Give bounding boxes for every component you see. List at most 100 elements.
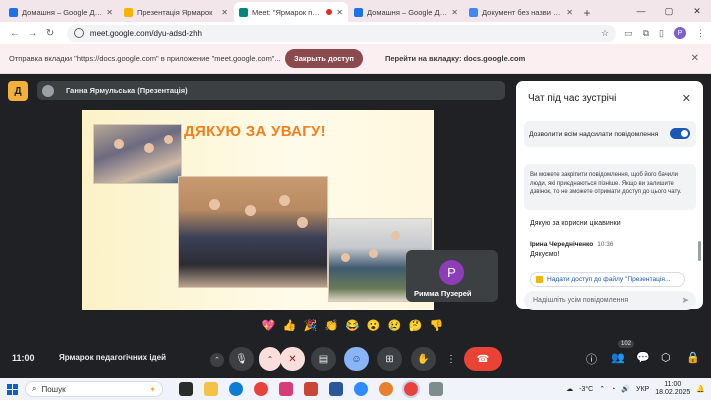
goto-tab-link[interactable]: Перейти на вкладку: docs.google.com xyxy=(385,54,525,63)
chat-title: Чат під час зустрічі xyxy=(528,93,617,104)
close-icon[interactable]: ✕ xyxy=(106,8,113,17)
slide-photo xyxy=(93,124,182,184)
reaction-thinking-icon[interactable]: 🤔 xyxy=(408,318,423,333)
task-view-icon[interactable] xyxy=(179,382,193,396)
reaction-party-icon[interactable]: 🎉 xyxy=(303,318,318,333)
close-icon[interactable]: ✕ xyxy=(451,8,458,17)
tab-presentation[interactable]: Презентація Ярмарок ✕ xyxy=(119,2,233,22)
stop-sharing-button[interactable]: Закрыть доступ xyxy=(285,49,363,68)
notifications-icon[interactable]: 🔔 xyxy=(696,385,705,393)
slide-photo xyxy=(178,176,328,288)
hangup-icon: ☎ xyxy=(476,353,490,365)
meeting-info-button[interactable]: Д xyxy=(8,81,28,101)
reactions-button[interactable]: ☺ xyxy=(344,347,369,371)
host-controls-icon[interactable]: 🔒 xyxy=(686,351,700,364)
reaction-thumbsdown-icon[interactable]: 👎 xyxy=(429,318,444,333)
allow-messages-setting: Дозволити всім надсилати повідомлення xyxy=(524,121,696,147)
reaction-heart-icon[interactable]: 💖 xyxy=(261,318,276,333)
close-icon[interactable]: ✕ xyxy=(221,8,228,17)
forward-icon[interactable]: → xyxy=(24,28,42,39)
windows-start-icon[interactable] xyxy=(7,383,18,395)
present-button[interactable]: ⊞ xyxy=(377,347,402,371)
captions-button[interactable]: ▤ xyxy=(311,347,336,371)
reload-icon[interactable]: ↻ xyxy=(41,28,59,39)
chat-message: Дякуємо! xyxy=(530,251,560,258)
chat-scrollbar[interactable] xyxy=(698,241,701,261)
weather-icon[interactable]: ☁ xyxy=(566,385,573,393)
clock-date[interactable]: 11:00 18.02.2025 xyxy=(655,381,690,397)
more-vert-icon: ⋮ xyxy=(446,353,456,365)
powerpoint-icon[interactable] xyxy=(304,382,318,396)
firefox-icon[interactable] xyxy=(379,382,393,396)
edge-icon[interactable] xyxy=(229,382,243,396)
raise-hand-button[interactable]: ✋ xyxy=(411,347,436,371)
store-icon[interactable] xyxy=(279,382,293,396)
reaction-surprised-icon[interactable]: 😮 xyxy=(366,318,381,333)
tab-google-drive-1[interactable]: Домашня – Google Диск ✕ xyxy=(4,2,118,22)
infobar-close-icon[interactable]: ✕ xyxy=(691,53,699,64)
reaction-laugh-icon[interactable]: 😂 xyxy=(345,318,360,333)
tray-chevron-icon[interactable]: ⌃ xyxy=(599,385,605,393)
mic-options-chevron-icon[interactable]: ⌃ xyxy=(210,353,224,367)
address-bar: ← → ↻ meet.google.com/dyu-adsd-zhh ☆ ▭ ⧉… xyxy=(0,22,711,44)
profile-avatar[interactable]: P xyxy=(674,27,686,39)
captions-icon: ▤ xyxy=(318,353,329,365)
cast-icon[interactable]: ▭ xyxy=(624,28,633,39)
presenter-name: Ганна Ярмульська (Презентація) xyxy=(66,86,188,95)
mic-button[interactable]: 🎙 xyxy=(229,347,254,371)
present-icon: ⊞ xyxy=(385,353,394,365)
presentation-slide: ДЯКУЮ ЗА УВАГУ! xyxy=(82,110,434,310)
people-icon[interactable]: 👥 xyxy=(611,351,625,364)
minimize-button[interactable]: — xyxy=(627,0,655,22)
chat-icon[interactable]: 💬 xyxy=(636,351,650,364)
slides-icon xyxy=(536,276,543,283)
presenter-label: Ганна Ярмульська (Презентація) xyxy=(37,81,505,100)
word-icon[interactable] xyxy=(329,382,343,396)
chrome-active-icon[interactable] xyxy=(402,380,420,398)
weather-temp[interactable]: -3°C xyxy=(579,386,593,393)
reaction-thumbsup-icon[interactable]: 👍 xyxy=(282,318,297,333)
chat-input[interactable]: Надішліть усім повідомлення ➤ xyxy=(524,291,696,310)
meeting-details-icon[interactable]: ⓘ xyxy=(586,351,597,367)
camera-options-chevron-icon[interactable]: ⌃ xyxy=(259,347,281,371)
tab-google-drive-2[interactable]: Домашня – Google Диск ✕ xyxy=(349,2,463,22)
close-icon[interactable]: ✕ xyxy=(336,8,343,17)
more-options-button[interactable]: ⋮ xyxy=(444,347,458,371)
chrome-icon[interactable] xyxy=(254,382,268,396)
reaction-sad-icon[interactable]: 😢 xyxy=(387,318,402,333)
menu-icon[interactable]: ⋮ xyxy=(696,28,705,39)
leave-call-button[interactable]: ☎ xyxy=(464,347,502,371)
camera-off-button[interactable]: ✕ xyxy=(280,347,305,371)
taskbar-search[interactable]: ⌕ Пошук ✦ xyxy=(25,381,163,397)
network-icon[interactable]: ◔ xyxy=(611,386,615,393)
new-tab-button[interactable]: + xyxy=(579,4,595,22)
tab-title: Meet: "Ярмарок педаго xyxy=(252,7,323,17)
close-icon[interactable]: ✕ xyxy=(566,8,573,17)
language-indicator[interactable]: УКР xyxy=(636,386,649,393)
activities-icon[interactable]: ⬡ xyxy=(661,351,671,364)
send-icon[interactable]: ➤ xyxy=(681,295,689,306)
back-icon[interactable]: ← xyxy=(6,28,24,39)
site-info-icon[interactable] xyxy=(73,28,84,38)
window-close-button[interactable]: ✕ xyxy=(683,0,711,22)
settings-icon[interactable] xyxy=(429,382,443,396)
tab-meet[interactable]: Meet: "Ярмарок педаго ✕ xyxy=(234,2,348,22)
maximize-button[interactable]: ▢ xyxy=(655,0,683,22)
extensions-icon[interactable]: ⧉ xyxy=(643,28,649,39)
file-explorer-icon[interactable] xyxy=(204,382,218,396)
bookmark-star-icon[interactable]: ☆ xyxy=(601,28,609,39)
tab-document[interactable]: Документ без назви - Goo ✕ xyxy=(464,2,578,22)
slides-icon xyxy=(124,7,133,17)
zoom-icon[interactable] xyxy=(354,382,368,396)
sharing-infobar: Отправка вкладки "https://docs.google.co… xyxy=(0,44,711,74)
allow-messages-toggle[interactable] xyxy=(670,128,690,139)
sidepanel-icon[interactable]: ▯ xyxy=(659,28,664,39)
chat-close-icon[interactable]: ✕ xyxy=(682,92,691,105)
reaction-clap-icon[interactable]: 👏 xyxy=(324,318,339,333)
taskbar-date: 18.02.2025 xyxy=(655,389,691,396)
file-access-chip[interactable]: Надати доступ до файлу "Презентація... xyxy=(530,272,685,287)
slide-title: ДЯКУЮ ЗА УВАГУ! xyxy=(184,123,326,140)
volume-icon[interactable]: 🔊 xyxy=(621,385,630,393)
participant-tile[interactable]: P Римма Пузерей xyxy=(406,250,498,302)
url-field[interactable]: meet.google.com/dyu-adsd-zhh ☆ xyxy=(66,24,617,42)
